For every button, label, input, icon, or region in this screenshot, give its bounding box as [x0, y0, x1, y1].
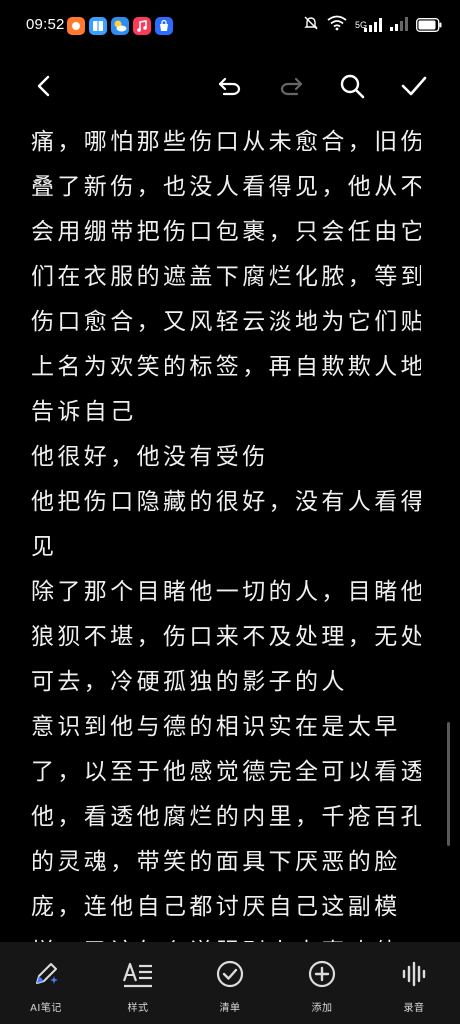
- cell-signal-2-icon: [390, 16, 408, 35]
- note-line: 了，以至于他感觉德完全可以看透: [31, 759, 421, 785]
- store-app-icon: [155, 17, 173, 35]
- editor-toolbar: [0, 60, 460, 112]
- back-button[interactable]: [27, 68, 63, 104]
- undo-icon: [218, 77, 241, 96]
- note-line: 的灵魂，带笑的面具下厌恶的脸: [31, 849, 401, 875]
- note-line: 狼狈不堪，伤口来不及处理，无处: [31, 624, 421, 650]
- note-line: 会用绷带把伤口包裹，只会任由它: [31, 219, 421, 245]
- battery-icon: [416, 18, 442, 32]
- note-line: 告诉自己: [31, 399, 137, 425]
- note-line: 痛，哪怕那些伤口从未愈合，旧伤: [31, 129, 421, 155]
- text-style-button[interactable]: 样式: [92, 942, 184, 1024]
- note-line: 他把伤口隐藏的很好，没有人看得: [31, 489, 421, 515]
- record-audio-button[interactable]: 录音: [368, 942, 460, 1024]
- note-line: 庞，连他自己都讨厌自己这副模: [31, 894, 401, 920]
- book-app-icon: [89, 17, 107, 35]
- note-text-editor[interactable]: 痛，哪怕那些伤口从未愈合，旧伤 叠了新伤，也没人看得见，他从不 会用绷带把伤口包裹，…: [31, 120, 421, 942]
- add-label: 添加: [311, 1003, 333, 1014]
- weather-app-icon: [111, 17, 129, 35]
- cell-signal-icon: 5G: [355, 18, 382, 32]
- note-line: 伤口愈合，又风轻云淡地为它们贴: [31, 309, 421, 335]
- chevron-left-icon: [37, 75, 50, 97]
- note-line: 们在衣服的遮盖下腐烂化脓，等到: [31, 264, 421, 290]
- redo-icon: [280, 77, 303, 96]
- wifi-icon: [327, 15, 347, 35]
- note-line: 上名为欢笑的标签，再自欺欺人地: [31, 354, 421, 380]
- ai-pen-icon: [30, 958, 62, 990]
- note-line: 可去，冷硬孤独的影子的人: [31, 669, 348, 695]
- checklist-label: 清单: [219, 1003, 241, 1014]
- text-style-icon: [122, 958, 154, 990]
- redo-button[interactable]: [273, 68, 309, 104]
- status-indicators: 5G: [303, 14, 442, 36]
- music-app-icon: [133, 17, 151, 35]
- status-bar: 09:52 5G: [0, 0, 460, 52]
- bottom-toolbar: AI笔记 样式 清单 添加 录音: [0, 942, 460, 1024]
- undo-button[interactable]: [212, 68, 248, 104]
- note-line: 样，又该怎么说服别人去喜欢他: [31, 930, 421, 942]
- ai-notes-label: AI笔记: [30, 1003, 62, 1014]
- text-style-label: 样式: [127, 1003, 149, 1014]
- add-button[interactable]: 添加: [276, 942, 368, 1024]
- note-line: 见: [31, 534, 58, 560]
- note-line: 他很好，他没有受伤: [31, 444, 269, 470]
- note-line: 意识到他与德的相识实在是太早: [31, 714, 401, 740]
- add-circle-icon: [306, 958, 338, 990]
- record-audio-label: 录音: [403, 1003, 425, 1014]
- search-button[interactable]: [334, 68, 370, 104]
- mute-icon: [303, 15, 319, 35]
- note-line: 他，看透他腐烂的内里，千疮百孔: [31, 804, 421, 830]
- checklist-button[interactable]: 清单: [184, 942, 276, 1024]
- note-line: 叠了新伤，也没人看得见，他从不: [31, 174, 421, 200]
- orange-app-icon: [67, 17, 85, 35]
- audio-wave-icon: [398, 958, 430, 990]
- scrollbar-thumb[interactable]: [447, 722, 450, 846]
- note-line: 除了那个目睹他一切的人，目睹他: [31, 579, 421, 605]
- checkmark-icon: [401, 76, 427, 96]
- done-button[interactable]: [396, 68, 432, 104]
- ai-notes-button[interactable]: AI笔记: [0, 942, 92, 1024]
- search-icon: [340, 74, 365, 99]
- checklist-icon: [214, 958, 246, 990]
- status-time: 09:52: [26, 16, 65, 33]
